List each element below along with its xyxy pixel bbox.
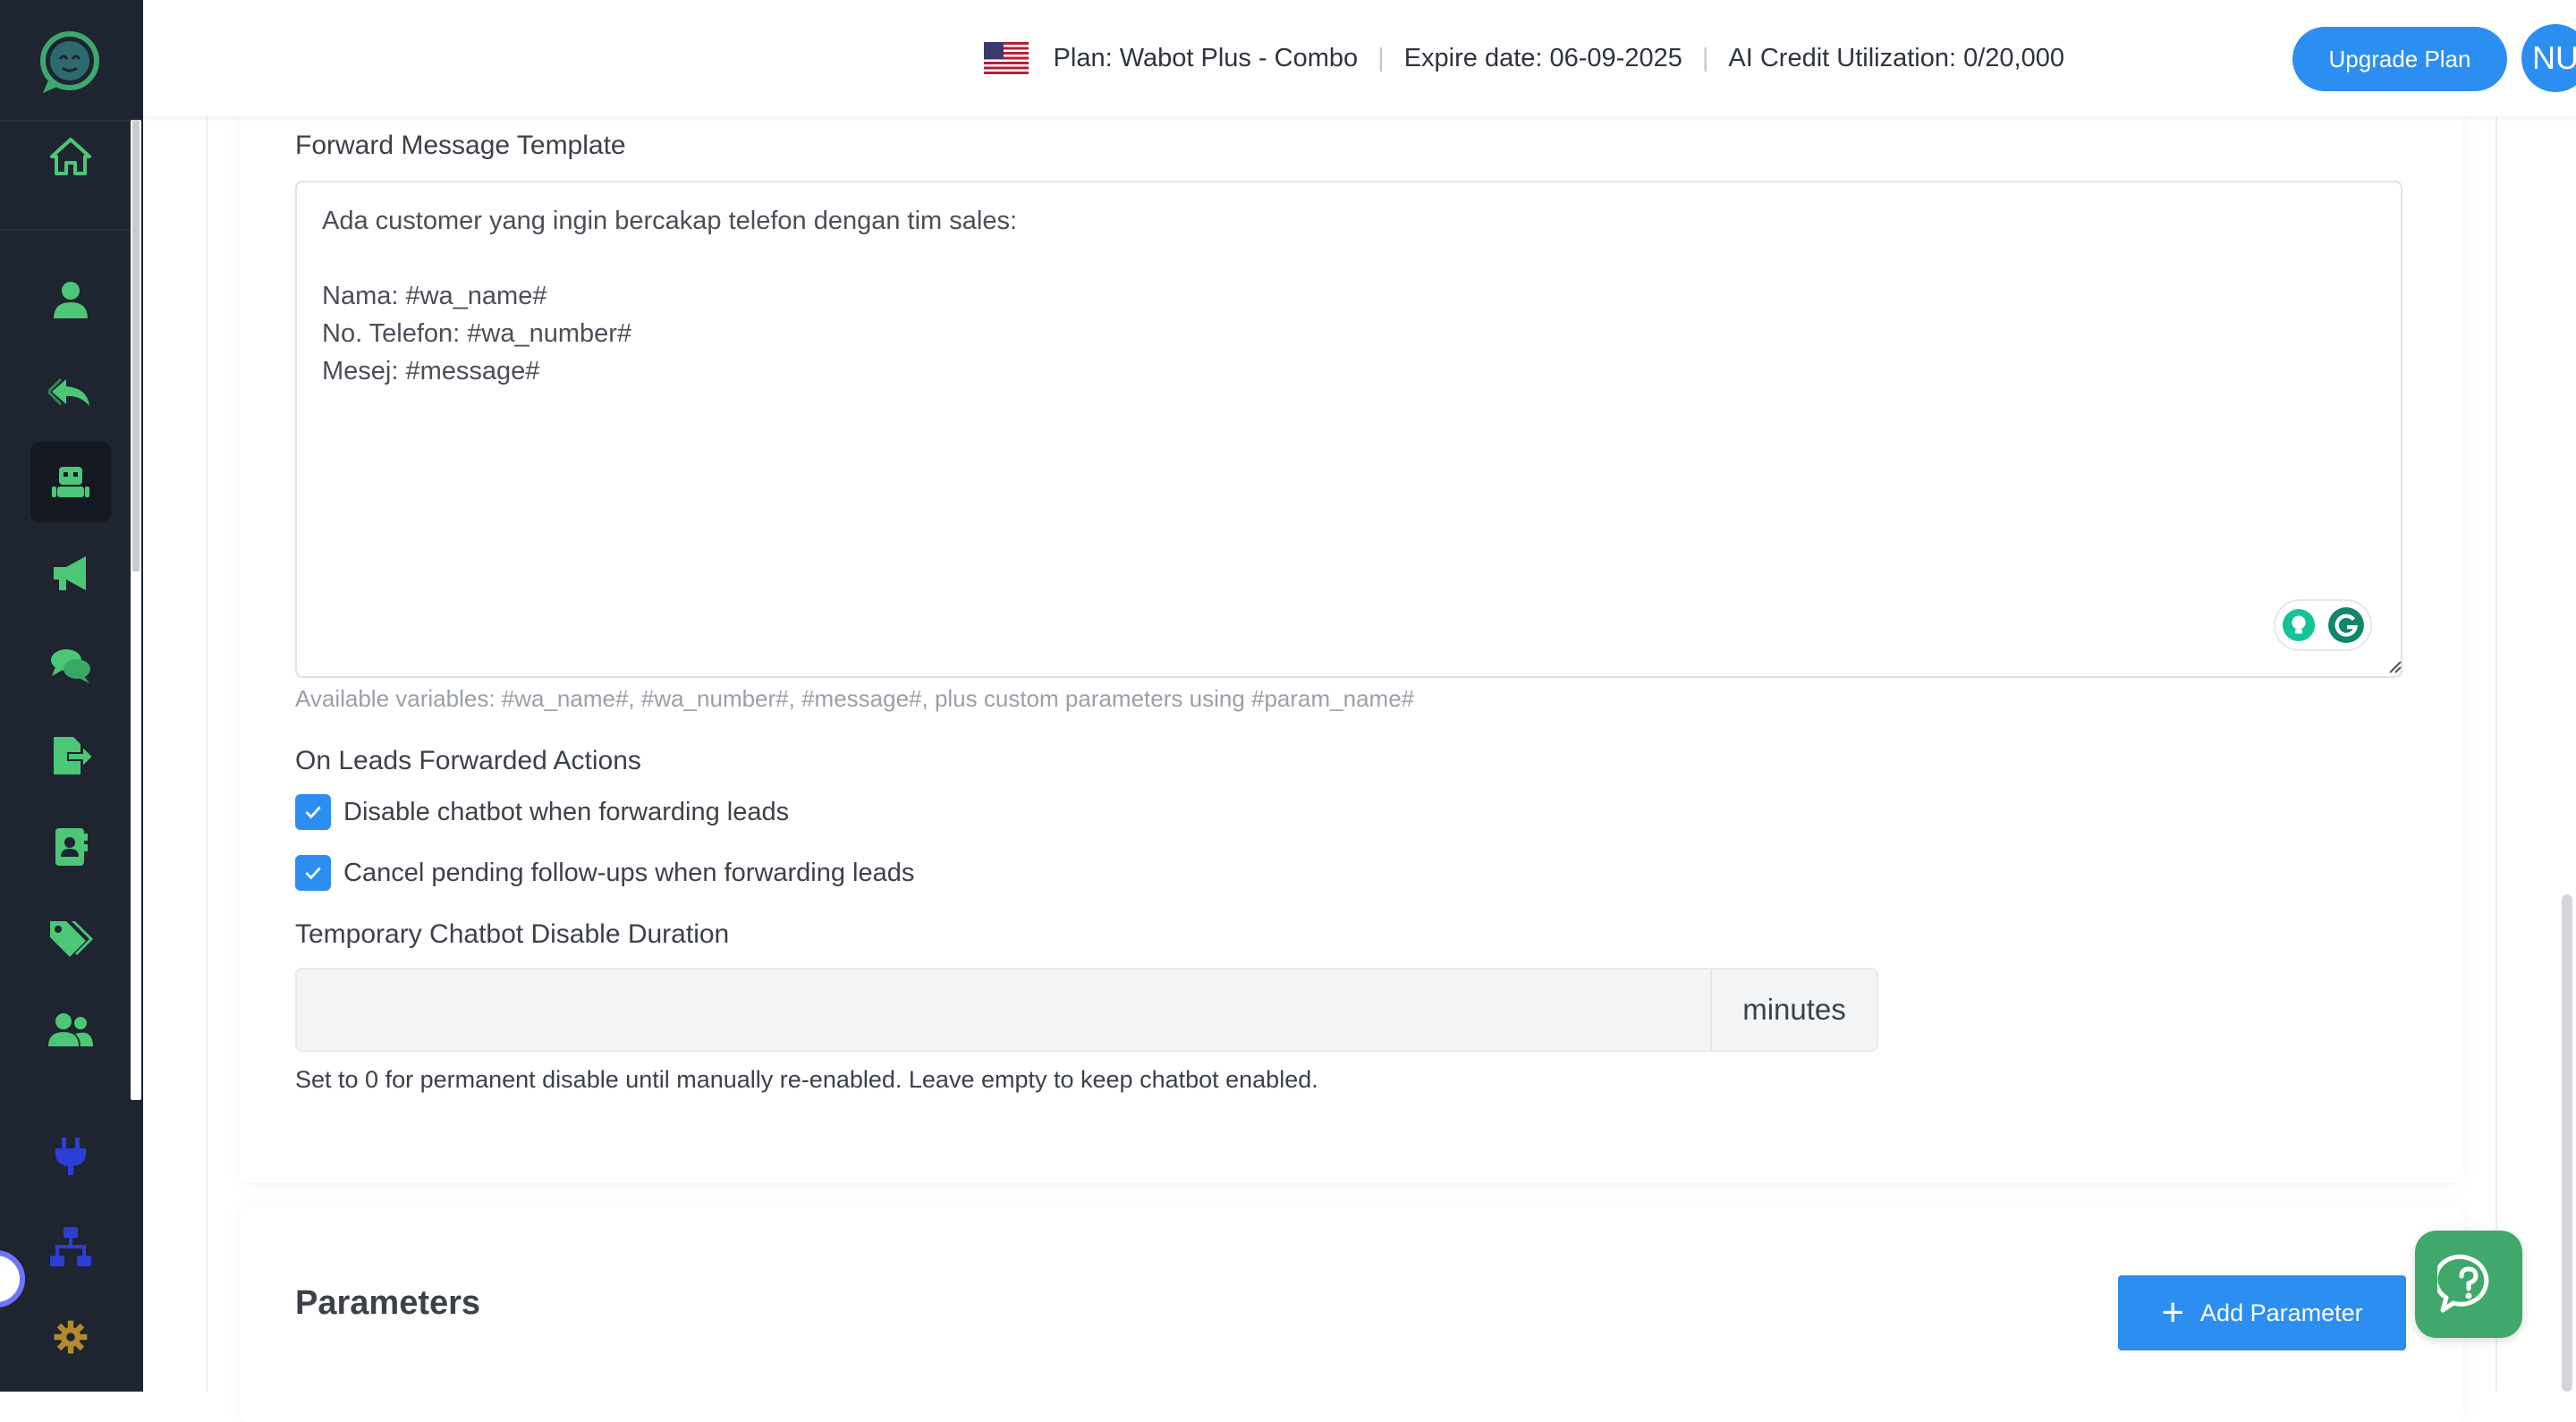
chat-bubbles-icon [51, 649, 90, 683]
add-parameter-label: Add Parameter [2200, 1299, 2363, 1326]
plan-info: Plan: Wabot Plus - Combo | Expire date: … [983, 36, 2064, 80]
sidebar-item-contacts[interactable] [30, 259, 111, 340]
duration-input[interactable] [297, 969, 1714, 1050]
disable-chatbot-checkbox[interactable] [295, 794, 331, 830]
tags-icon [50, 921, 93, 957]
top-bar: Plan: Wabot Plus - Combo | Expire date: … [143, 0, 2576, 116]
sidebar-item-conversations[interactable] [30, 624, 111, 705]
chat-bot-logo-icon[interactable] [32, 25, 107, 100]
add-parameter-button[interactable]: + Add Parameter [2118, 1275, 2406, 1350]
us-flag-icon [983, 42, 1029, 74]
expire-date: Expire date: 06-09-2025 [1403, 43, 1682, 72]
floating-ring-widget[interactable] [0, 1250, 25, 1308]
duration-label: Temporary Chatbot Disable Duration [295, 919, 730, 949]
sidebar-item-auto-reply[interactable] [30, 351, 111, 431]
sitemap-icon [50, 1227, 91, 1266]
cancel-followups-checkbox-row[interactable]: Cancel pending follow-ups when forwardin… [295, 854, 914, 892]
avatar[interactable]: NU [2521, 24, 2576, 92]
upgrade-plan-button[interactable]: Upgrade Plan [2292, 27, 2507, 91]
check-icon [305, 867, 321, 880]
grammarly-icon [2327, 607, 2364, 643]
sidebar-scrollbar-thumb[interactable] [132, 120, 140, 571]
parameters-title: Parameters [295, 1284, 481, 1322]
sidebar-item-flows[interactable] [30, 1207, 111, 1288]
address-book-icon [55, 828, 88, 866]
checkbox-label: Cancel pending follow-ups when forwardin… [343, 858, 915, 887]
duration-suffix: minutes [1710, 969, 1877, 1050]
disable-chatbot-checkbox-row[interactable]: Disable chatbot when forwarding leads [295, 793, 789, 831]
plan-name: Plan: Wabot Plus - Combo [1053, 43, 1359, 72]
duration-help-text: Set to 0 for permanent disable until man… [295, 1066, 1318, 1093]
lightbulb-icon [2282, 608, 2315, 642]
separator: | [1377, 43, 1385, 72]
gear-icon [54, 1320, 88, 1354]
resize-handle-icon[interactable] [2386, 658, 2402, 674]
sidebar-item-chatbot[interactable] [30, 442, 111, 522]
sidebar-item-export[interactable] [30, 715, 111, 796]
separator: | [1701, 43, 1709, 72]
plug-icon [55, 1138, 86, 1175]
help-chat-button[interactable] [2415, 1231, 2522, 1338]
template-label: Forward Message Template [295, 131, 626, 160]
grammarly-widget[interactable] [2274, 599, 2372, 651]
user-icon [54, 282, 88, 318]
sidebar-item-tags[interactable] [30, 898, 111, 978]
question-chat-icon [2437, 1254, 2489, 1313]
reply-icon [48, 377, 89, 406]
sidebar-item-integrations[interactable] [30, 1116, 111, 1197]
home-icon [50, 138, 91, 175]
sidebar-item-home[interactable] [30, 116, 111, 197]
forward-message-template-textarea[interactable]: Ada customer yang ingin bercakap telefon… [295, 181, 2402, 678]
sidebar-divider [0, 229, 131, 231]
file-export-icon [54, 737, 93, 774]
users-icon [48, 1013, 93, 1046]
variables-hint: Available variables: #wa_name#, #wa_numb… [295, 685, 1415, 712]
page-scrollbar-thumb[interactable] [2562, 894, 2572, 1392]
megaphone-icon [54, 556, 86, 590]
plus-icon: + [2161, 1291, 2185, 1334]
sidebar-item-broadcast[interactable] [30, 533, 111, 614]
cancel-followups-checkbox[interactable] [295, 855, 331, 891]
sidebar-item-settings[interactable] [30, 1297, 111, 1377]
actions-label: On Leads Forwarded Actions [295, 746, 641, 775]
duration-input-group: minutes [295, 968, 1878, 1052]
sidebar-item-address-book[interactable] [30, 807, 111, 887]
robot-icon [52, 467, 89, 497]
template-text[interactable]: Ada customer yang ingin bercakap telefon… [322, 202, 1017, 390]
checkbox-label: Disable chatbot when forwarding leads [343, 797, 790, 826]
check-icon [305, 806, 321, 819]
sidebar-item-team[interactable] [30, 989, 111, 1070]
sidebar [0, 0, 143, 1392]
ai-credit-utilization: AI Credit Utilization: 0/20,000 [1728, 43, 2064, 72]
